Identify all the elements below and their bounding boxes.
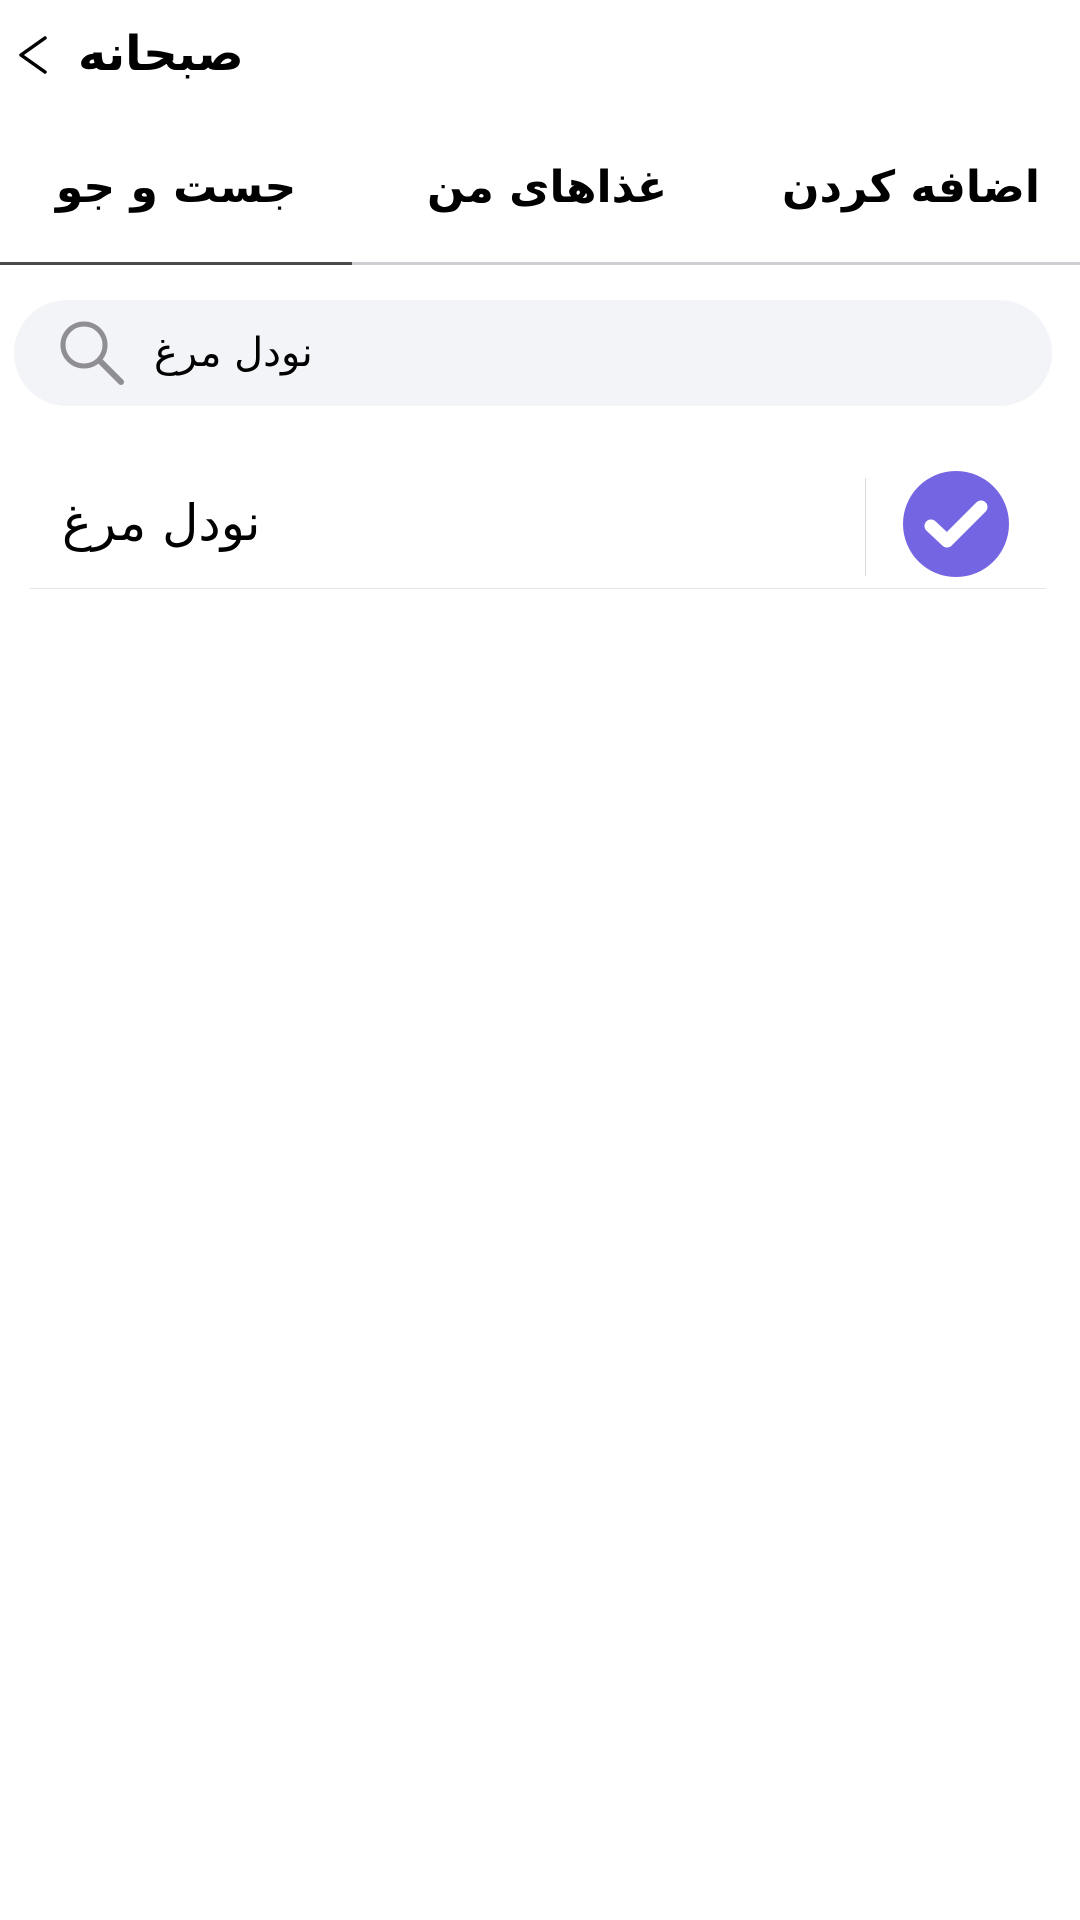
chevron-left-icon	[19, 36, 47, 74]
selected-check-button[interactable]	[903, 471, 1009, 577]
back-button[interactable]	[8, 20, 58, 90]
page-title: صبحانه	[78, 26, 244, 82]
tab-bar: جست و جو غذاهای من اضافه کردن	[0, 110, 1080, 266]
active-tab-indicator	[0, 262, 352, 265]
food-search-screen: صبحانه جست و جو غذاهای من اضافه کردن نود…	[0, 0, 1080, 1920]
search-bar[interactable]	[14, 300, 1052, 406]
tab-my-foods[interactable]: غذاهای من	[352, 110, 742, 264]
list-item[interactable]: نودل مرغ	[30, 460, 1046, 589]
row-divider	[865, 478, 866, 576]
search-input[interactable]	[154, 318, 1014, 388]
search-icon	[60, 321, 124, 385]
food-name: نودل مرغ	[62, 494, 261, 552]
result-list: نودل مرغ	[30, 460, 1046, 590]
check-icon	[924, 500, 988, 548]
header: صبحانه	[0, 0, 1080, 110]
tab-search[interactable]: جست و جو	[0, 110, 352, 264]
tab-add[interactable]: اضافه کردن	[742, 110, 1080, 264]
